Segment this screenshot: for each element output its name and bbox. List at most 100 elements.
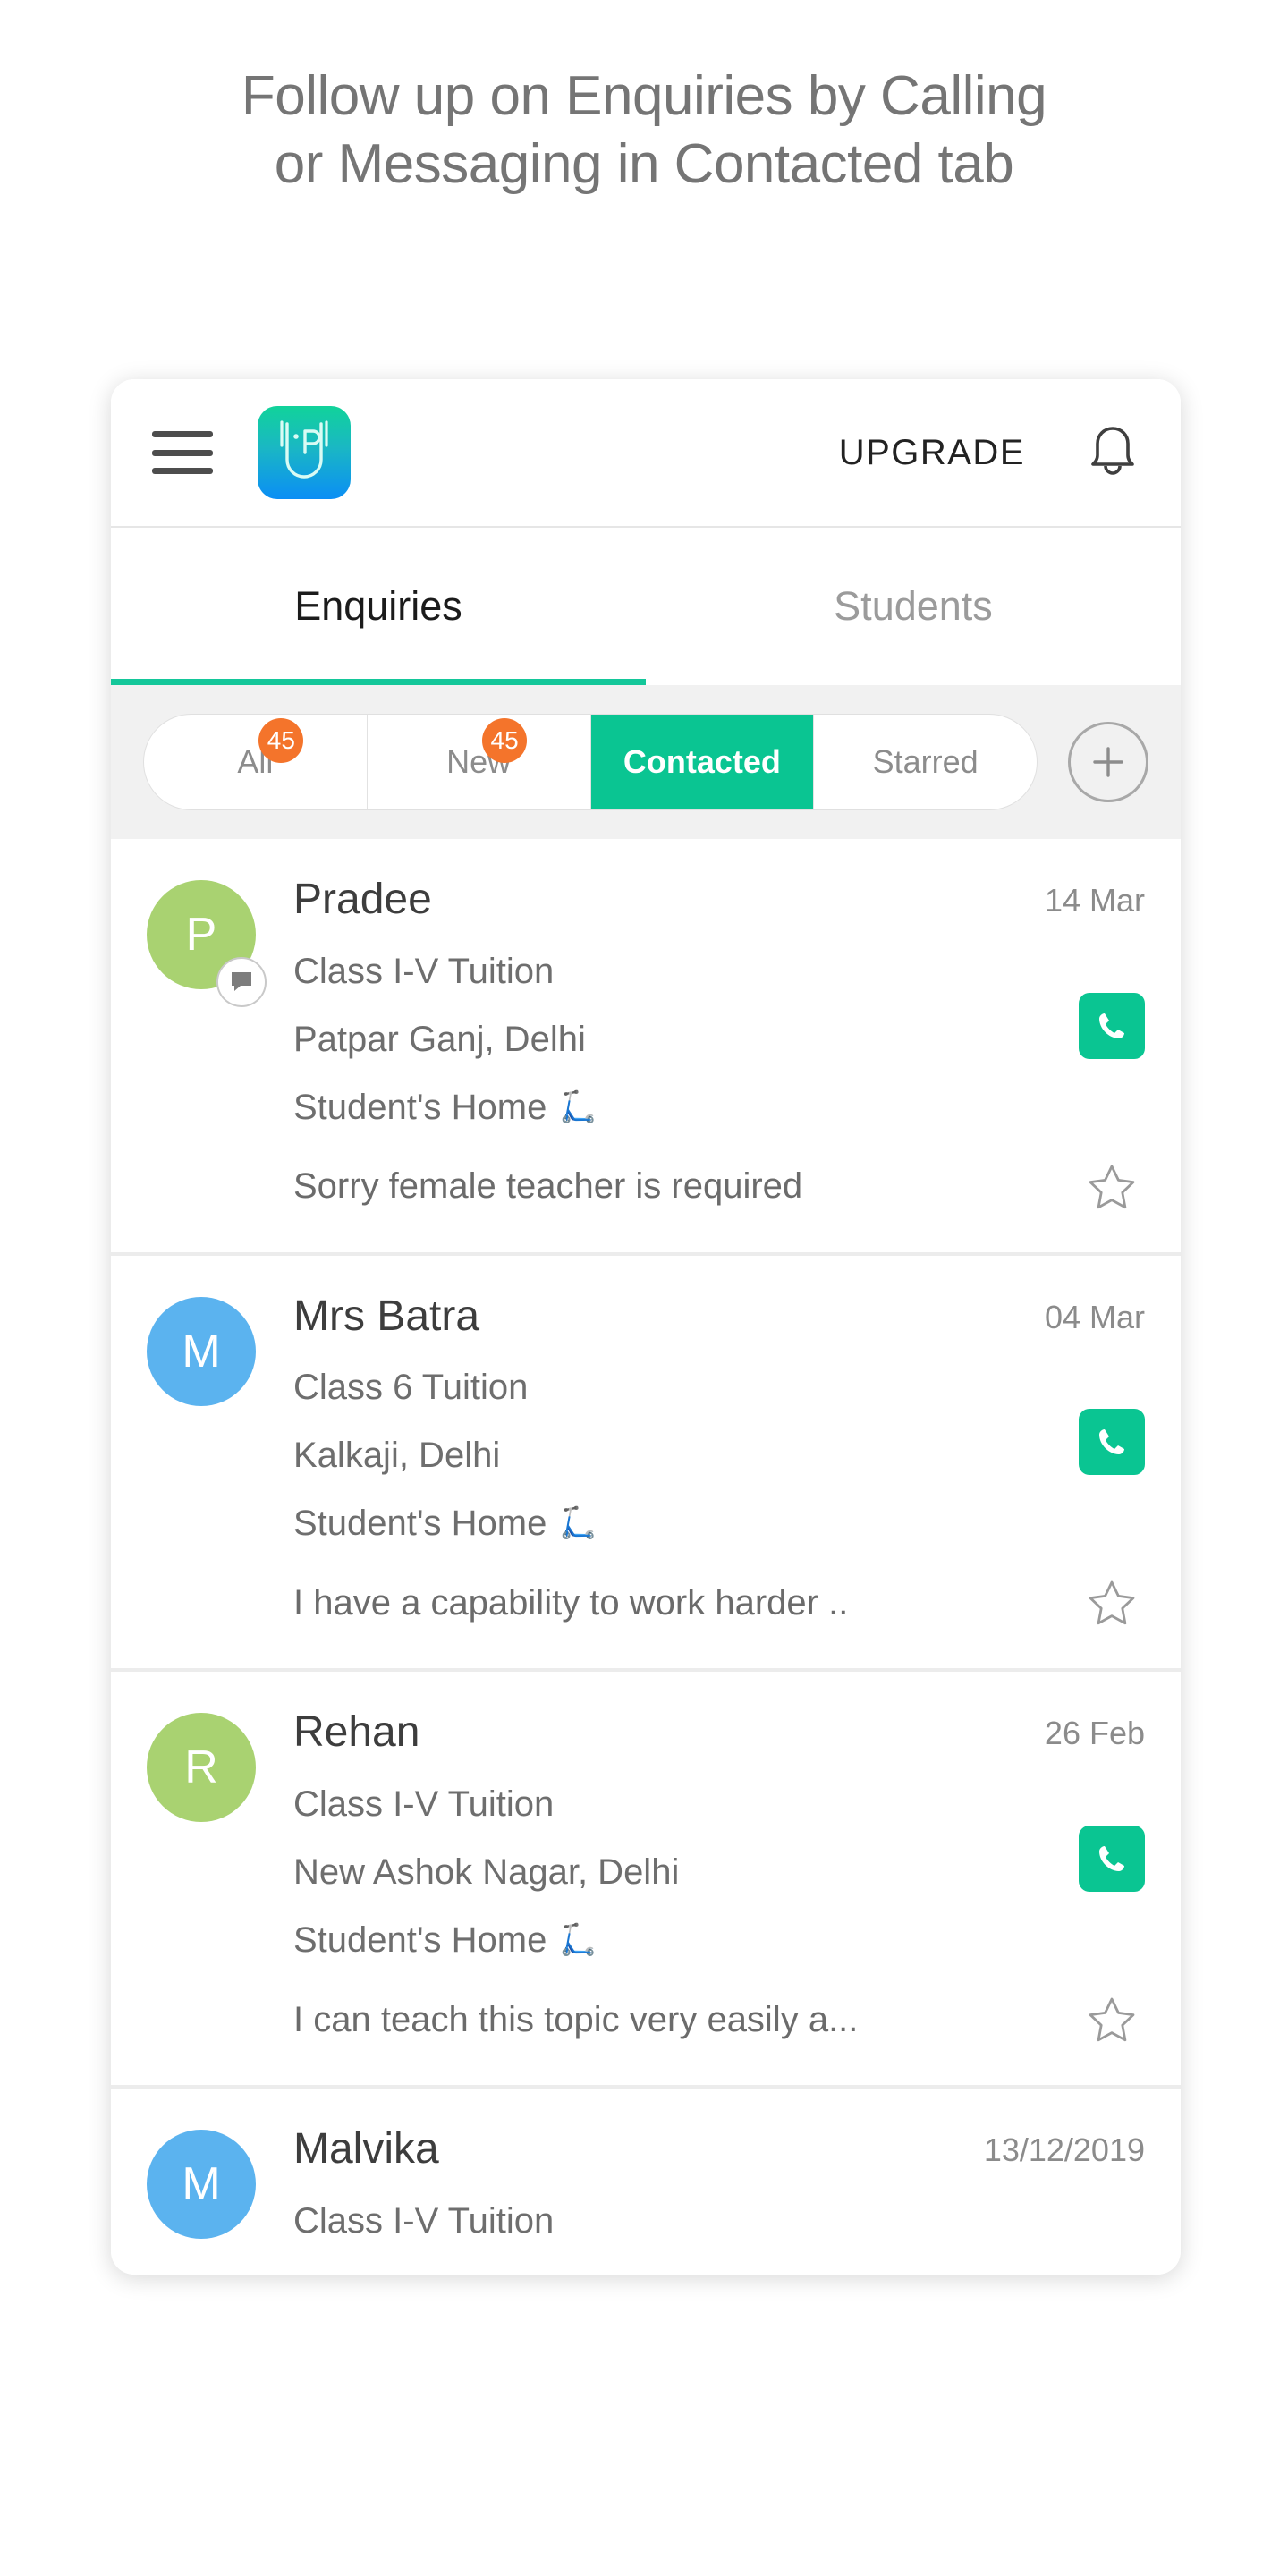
plus-icon (1093, 747, 1123, 777)
enquiry-date: 26 Feb (1044, 1715, 1145, 1752)
enquiry-date: 14 Mar (1044, 882, 1145, 919)
hamburger-bar-3 (152, 468, 213, 474)
filter-all-badge: 45 (258, 718, 304, 763)
upgrade-button[interactable]: UPGRADE (839, 433, 1025, 473)
star-outline-icon (1089, 1580, 1135, 1625)
avatar-initial: M (182, 1325, 221, 1377)
enquiry-row[interactable]: R Rehan 26 Feb Class I-V Tuition New Ash… (111, 1672, 1181, 2089)
avatar-wrap: M (147, 2124, 293, 2242)
location-line: Patpar Ganj, Delhi (293, 992, 1145, 1061)
mode-text-wrap: Student's Home 🛴 (293, 1919, 597, 1962)
enquiry-body: Malvika 13/12/2019 Class I-V Tuition (293, 2124, 1145, 2242)
enquiry-body: Rehan 26 Feb Class I-V Tuition New Ashok… (293, 1707, 1145, 2053)
course-name: Class I-V Tuition (293, 951, 555, 991)
filter-bar: All 45 New 45 Contacted Starred (111, 685, 1181, 839)
avatar-wrap: R (147, 1707, 293, 2053)
enquiry-body: Pradee 14 Mar Class I-V Tuition Patpar G… (293, 875, 1145, 1220)
enquiry-date: 13/12/2019 (983, 2131, 1145, 2169)
promo-heading-line-2: or Messaging in Contacted tab (274, 132, 1014, 195)
scooter-icon: 🛴 (559, 1506, 597, 1541)
star-outline-icon (1089, 1165, 1135, 1208)
mode-line: Student's Home 🛴 (293, 1477, 1145, 1545)
app-screen-card: UPGRADE Enquiries Students All 45 New 45 (111, 379, 1181, 2275)
location-line: Kalkaji, Delhi (293, 1409, 1145, 1477)
star-button[interactable] (1079, 1987, 1145, 2053)
chat-bubble-icon (232, 972, 251, 991)
star-button[interactable] (1079, 1570, 1145, 1636)
avatar-wrap: M (147, 1292, 293, 1637)
hamburger-menu-icon[interactable] (152, 431, 213, 474)
message-text: I have a capability to work harder .. (293, 1582, 849, 1623)
tab-students-label: Students (834, 583, 993, 629)
filter-contacted-label: Contacted (623, 743, 781, 780)
avatar: M (147, 1296, 256, 1406)
course-name: Class 6 Tuition (293, 1368, 529, 1408)
course-name: Class I-V Tuition (293, 1784, 555, 1825)
notifications-bell-icon[interactable] (1080, 418, 1145, 487)
message-line: Sorry female teacher is required (293, 1154, 1145, 1220)
customer-name: Pradee (293, 876, 432, 923)
star-button[interactable] (1079, 1154, 1145, 1220)
course-name: Class I-V Tuition (293, 2200, 555, 2241)
enquiry-row[interactable]: M Mrs Batra 04 Mar Class 6 Tuition Kalka… (111, 1256, 1181, 1673)
avatar-initial: P (185, 909, 217, 961)
hamburger-bar-2 (152, 449, 213, 456)
enquiry-header-line: Pradee 14 Mar (293, 875, 1145, 925)
message-line: I can teach this topic very easily a... (293, 1987, 1145, 2053)
call-button[interactable] (1079, 1826, 1145, 1893)
filter-segmented-control: All 45 New 45 Contacted Starred (143, 714, 1038, 810)
filter-all[interactable]: All 45 (144, 715, 368, 809)
location-text: Kalkaji, Delhi (293, 1436, 501, 1476)
mode-text: Student's Home (293, 1920, 547, 1961)
scooter-icon: 🛴 (559, 1089, 597, 1124)
filter-new[interactable]: New 45 (368, 715, 591, 809)
filter-contacted[interactable]: Contacted (590, 715, 815, 809)
customer-name: Malvika (293, 2125, 439, 2174)
customer-name: Mrs Batra (293, 1292, 480, 1340)
call-button[interactable] (1079, 992, 1145, 1059)
location-text: Patpar Ganj, Delhi (293, 1019, 586, 1059)
tab-students[interactable]: Students (646, 528, 1181, 685)
enquiry-body: Mrs Batra 04 Mar Class 6 Tuition Kalkaji… (293, 1292, 1145, 1637)
avatar: R (147, 1713, 256, 1823)
enquiry-row[interactable]: P Pradee 14 Mar Class I-V Tuition Patpar… (111, 839, 1181, 1256)
app-logo-icon[interactable] (258, 406, 351, 499)
phone-icon (1099, 1846, 1124, 1872)
location-text: New Ashok Nagar, Delhi (293, 1852, 680, 1893)
add-enquiry-button[interactable] (1068, 722, 1148, 802)
tab-enquiries-label: Enquiries (294, 583, 462, 629)
tab-enquiries[interactable]: Enquiries (111, 528, 646, 685)
mode-text-wrap: Student's Home 🛴 (293, 1086, 597, 1129)
enquiry-date: 04 Mar (1044, 1298, 1145, 1335)
chat-badge-icon[interactable] (216, 957, 267, 1007)
scooter-icon: 🛴 (559, 1923, 597, 1958)
enquiry-header-line: Rehan 26 Feb (293, 1707, 1145, 1758)
message-line: I have a capability to work harder .. (293, 1570, 1145, 1636)
avatar-initial: M (182, 2158, 221, 2211)
star-outline-icon (1089, 1997, 1135, 2042)
filter-starred-label: Starred (872, 743, 979, 780)
promo-heading-line-1: Follow up on Enquiries by Calling (241, 65, 1047, 127)
enquiry-row[interactable]: M Malvika 13/12/2019 Class I-V Tuition (111, 2089, 1181, 2275)
enquiry-list: P Pradee 14 Mar Class I-V Tuition Patpar… (111, 839, 1181, 2275)
message-text: I can teach this topic very easily a... (293, 1999, 859, 2039)
mode-text-wrap: Student's Home 🛴 (293, 1502, 597, 1545)
mode-line: Student's Home 🛴 (293, 1894, 1145, 1962)
enquiry-header-line: Malvika 13/12/2019 (293, 2124, 1145, 2174)
enquiry-header-line: Mrs Batra 04 Mar (293, 1292, 1145, 1342)
avatar-initial: R (184, 1741, 218, 1794)
avatar: M (147, 2130, 256, 2240)
mode-text: Student's Home (293, 1087, 547, 1127)
filter-starred[interactable]: Starred (814, 715, 1037, 809)
main-tab-bar: Enquiries Students (111, 528, 1181, 685)
mode-text: Student's Home (293, 1504, 547, 1544)
location-line: New Ashok Nagar, Delhi (293, 1826, 1145, 1894)
customer-name: Rehan (293, 1708, 420, 1757)
filter-new-badge: 45 (482, 718, 528, 763)
phone-icon (1099, 1429, 1124, 1455)
message-text: Sorry female teacher is required (293, 1166, 803, 1207)
app-bar: UPGRADE (111, 379, 1181, 528)
avatar-wrap: P (147, 875, 293, 1220)
promo-heading: Follow up on Enquiries by Calling or Mes… (0, 0, 1288, 198)
call-button[interactable] (1079, 1409, 1145, 1476)
